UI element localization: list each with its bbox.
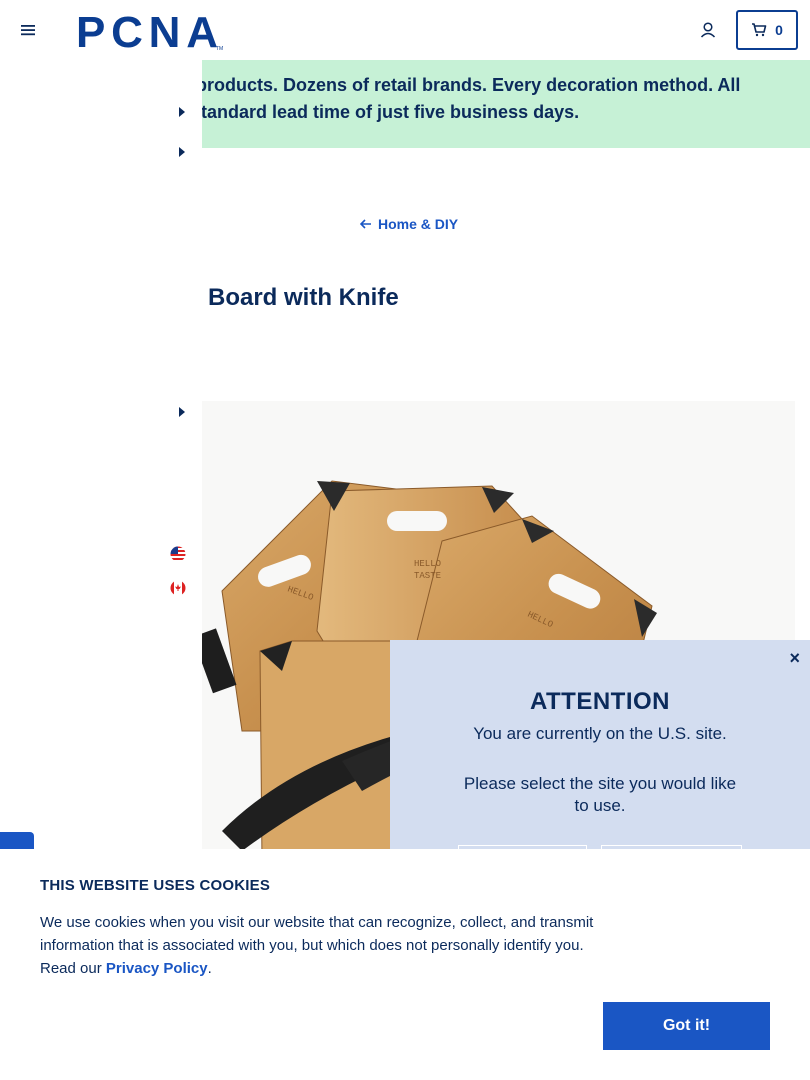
menu-icon[interactable]	[20, 22, 36, 38]
pcna-logo[interactable]: PCNA TM	[76, 10, 224, 52]
back-to-category-link[interactable]: Home & DIY	[360, 216, 458, 232]
accept-cookies-button[interactable]: Got it!	[603, 1002, 770, 1050]
product-title: Board with Knife	[208, 284, 399, 311]
account-icon[interactable]	[699, 21, 717, 39]
cart-button[interactable]: 0	[736, 10, 798, 50]
back-link-label: Home & DIY	[378, 216, 459, 232]
svg-text:HELLO: HELLO	[414, 559, 441, 569]
privacy-policy-link[interactable]: Privacy Policy	[106, 960, 208, 977]
cookie-text-end: .	[207, 960, 212, 977]
modal-title: ATTENTION	[529, 688, 671, 715]
us-flag-icon[interactable]	[170, 546, 186, 562]
caret-right-icon[interactable]	[178, 147, 186, 157]
cart-count: 0	[775, 22, 783, 38]
caret-right-icon[interactable]	[178, 407, 186, 417]
logo-text: PCNA	[76, 10, 217, 52]
close-icon[interactable]: ×	[789, 648, 800, 669]
banner-text: ls of products. Dozens of retail brands.…	[202, 75, 741, 122]
site-header: PCNA TM 0	[0, 0, 810, 60]
canada-flag-icon[interactable]	[170, 580, 186, 596]
caret-right-icon[interactable]	[178, 107, 186, 117]
modal-current-site-text: You are currently on the U.S. site.	[473, 724, 727, 743]
arrow-left-icon	[360, 219, 371, 229]
cart-icon	[752, 23, 767, 37]
site-selection-modal: × ATTENTION You are currently on the U.S…	[390, 640, 810, 885]
announcement-banner: ls of products. Dozens of retail brands.…	[202, 60, 810, 148]
svg-text:TASTE: TASTE	[414, 571, 441, 581]
logo-tm: TM	[216, 46, 223, 52]
modal-instruction-text: Please select the site you would like to…	[463, 774, 737, 815]
cookie-text: We use cookies when you visit our websit…	[40, 911, 610, 980]
cookie-banner: THIS WEBSITE USES COOKIES We use cookies…	[0, 849, 810, 1080]
cookie-title: THIS WEBSITE USES COOKIES	[40, 877, 271, 894]
